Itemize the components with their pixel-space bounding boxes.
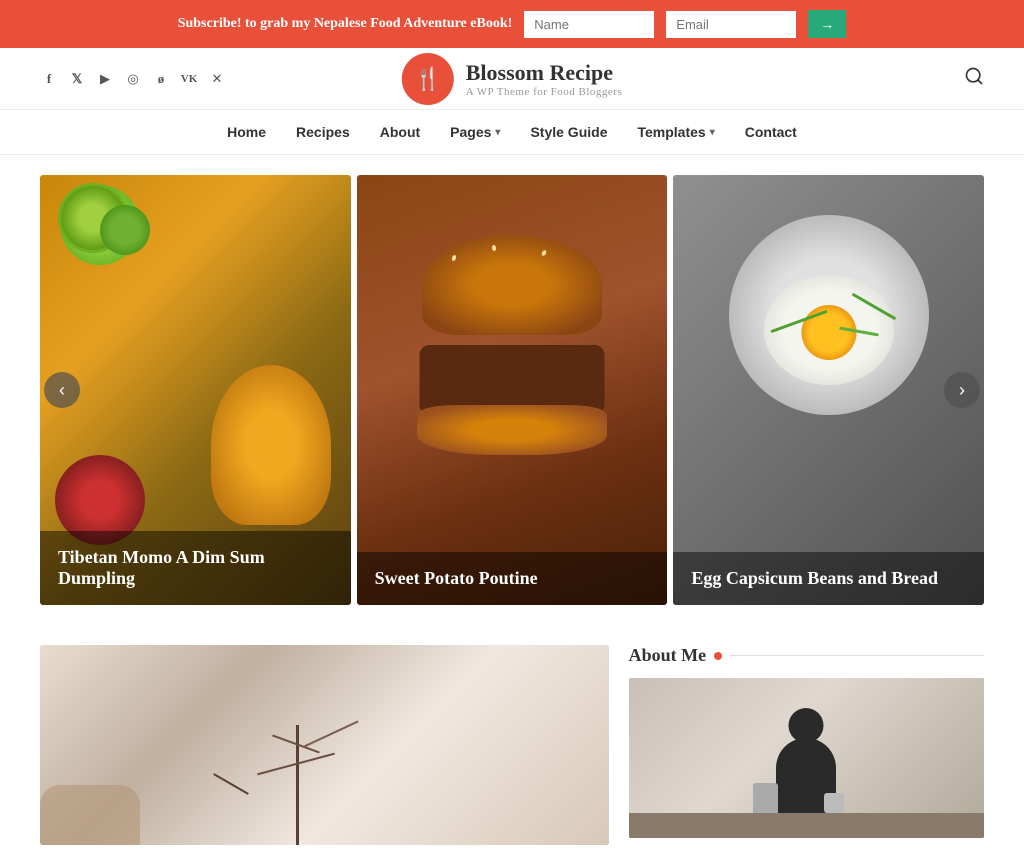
nav-recipes[interactable]: Recipes — [296, 124, 350, 140]
nav-pages[interactable]: Pages ▾ — [450, 124, 500, 140]
slide-2-caption: Sweet Potato Poutine — [357, 552, 668, 605]
banner-submit-button[interactable]: → — [808, 10, 846, 38]
nav-home[interactable]: Home — [227, 124, 266, 140]
banner-email-input[interactable] — [666, 11, 796, 38]
slider-next-button[interactable]: › — [944, 372, 980, 408]
burger-bun — [422, 235, 602, 335]
twitter-icon[interactable]: 𝕏 — [68, 70, 86, 88]
site-logo[interactable]: 🍴 Blossom Recipe A WP Theme for Food Blo… — [402, 53, 622, 105]
xing-icon[interactable]: ✕ — [208, 70, 226, 88]
nav-templates[interactable]: Templates ▾ — [637, 124, 714, 140]
about-me-divider — [730, 655, 984, 656]
about-me-widget: About Me — [629, 645, 984, 845]
site-header: f 𝕏 ▶ ◎ ø VK ✕ 🍴 Blossom Recipe A WP The… — [0, 48, 1024, 110]
nav-style-guide[interactable]: Style Guide — [530, 124, 607, 140]
slide-2[interactable]: Sweet Potato Poutine — [357, 175, 668, 605]
burger-bottom — [417, 405, 607, 455]
about-me-dot — [714, 652, 722, 660]
fork-icon: 🍴 — [414, 66, 441, 92]
logo-circle: 🍴 — [402, 53, 454, 105]
site-tagline: A WP Theme for Food Bloggers — [466, 86, 622, 98]
nav-contact[interactable]: Contact — [745, 124, 797, 140]
logo-text: Blossom Recipe A WP Theme for Food Blogg… — [466, 60, 622, 98]
drink-glass — [211, 365, 331, 525]
slide-3-caption: Egg Capsicum Beans and Bread — [673, 552, 984, 605]
about-me-label: About Me — [629, 645, 707, 666]
slide-3-image — [673, 175, 984, 605]
counter-item-1 — [753, 783, 778, 813]
bottom-section: About Me — [0, 625, 1024, 865]
odnoklassniki-icon[interactable]: ø — [152, 70, 170, 88]
vk-icon[interactable]: VK — [180, 70, 198, 88]
youtube-icon[interactable]: ▶ — [96, 70, 114, 88]
site-name: Blossom Recipe — [466, 60, 622, 86]
top-banner: Subscribe! to grab my Nepalese Food Adve… — [0, 0, 1024, 48]
nav-about[interactable]: About — [380, 124, 420, 140]
banner-text: Subscribe! to grab my Nepalese Food Adve… — [178, 16, 513, 32]
hand-blur — [40, 785, 140, 845]
slide-2-image — [357, 175, 668, 605]
banner-name-input[interactable] — [524, 11, 654, 38]
lime-slice — [58, 183, 128, 253]
article-thumbnail — [40, 645, 609, 845]
search-button[interactable] — [964, 66, 984, 91]
about-me-header: About Me — [629, 645, 984, 666]
slider-container: Tibetan Momo A Dim Sum Dumpling Sweet Po… — [40, 175, 984, 605]
featured-slider: ‹ Tibetan Momo A Dim Sum Dumpling — [0, 155, 1024, 625]
about-me-photo[interactable] — [629, 678, 984, 838]
bottom-article-image[interactable] — [40, 645, 609, 845]
counter — [629, 813, 984, 838]
counter-item-2 — [824, 793, 844, 813]
slide-1-caption: Tibetan Momo A Dim Sum Dumpling — [40, 531, 351, 605]
templates-dropdown-arrow: ▾ — [710, 127, 715, 138]
social-icons-bar: f 𝕏 ▶ ◎ ø VK ✕ — [40, 70, 226, 88]
pages-dropdown-arrow: ▾ — [495, 127, 500, 138]
slider-prev-button[interactable]: ‹ — [44, 372, 80, 408]
egg-yolk — [801, 305, 856, 360]
slide-3[interactable]: Egg Capsicum Beans and Bread — [673, 175, 984, 605]
main-nav: Home Recipes About Pages ▾ Style Guide T… — [0, 110, 1024, 155]
slide-1[interactable]: Tibetan Momo A Dim Sum Dumpling — [40, 175, 351, 605]
instagram-icon[interactable]: ◎ — [124, 70, 142, 88]
facebook-icon[interactable]: f — [40, 70, 58, 88]
